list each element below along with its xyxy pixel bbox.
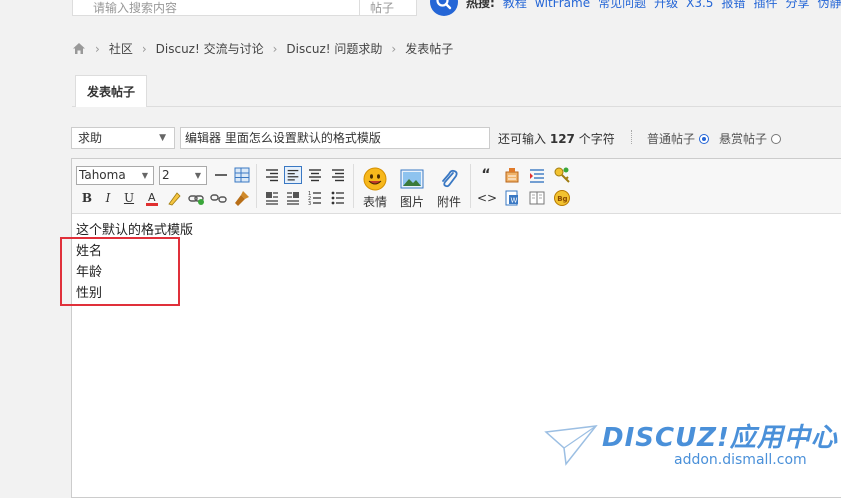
- svg-text:W: W: [511, 197, 518, 205]
- attachment-button[interactable]: 附件: [433, 167, 465, 210]
- search-button[interactable]: [430, 0, 458, 16]
- post-kind-radio-group: 普通帖子 悬赏帖子: [647, 130, 791, 147]
- toolbar-separator: [256, 164, 257, 208]
- hot-keyword[interactable]: witFrame: [535, 0, 590, 10]
- font-family-select[interactable]: Tahoma ▼: [76, 166, 154, 185]
- align-center-icon[interactable]: [306, 166, 324, 184]
- background-icon[interactable]: Bg: [553, 189, 571, 207]
- thread-type-value: 求助: [78, 131, 103, 145]
- svg-text:A: A: [148, 191, 156, 204]
- chevron-down-icon: ▼: [194, 171, 201, 180]
- index-icon[interactable]: [528, 166, 546, 184]
- radio-reward[interactable]: [771, 133, 782, 144]
- emoji-button[interactable]: 表情: [359, 167, 391, 210]
- hot-keyword[interactable]: 升级: [654, 0, 678, 10]
- link-icon[interactable]: [187, 189, 205, 207]
- watermark-url: addon.dismall.com: [674, 452, 807, 468]
- search-placeholder: 请输入搜索内容: [93, 1, 178, 15]
- underline-button[interactable]: U: [120, 189, 138, 207]
- breadcrumb-community[interactable]: 社区: [109, 40, 133, 57]
- radio-normal[interactable]: [699, 133, 710, 144]
- breadcrumb-separator: ›: [141, 41, 147, 56]
- breadcrumb: › 社区 › Discuz! 交流与讨论 › Discuz! 问题求助 › 发表…: [72, 40, 453, 57]
- hot-keyword[interactable]: 常见问题: [598, 0, 646, 10]
- font-color-icon[interactable]: A: [143, 189, 161, 207]
- search-type-select[interactable]: 帖子: [359, 0, 417, 16]
- unordered-list-icon[interactable]: [329, 189, 347, 207]
- toolbar-separator: [353, 164, 354, 208]
- image-label: 图片: [399, 195, 424, 209]
- radio-normal-label[interactable]: 普通帖子: [647, 130, 695, 147]
- free-block-icon[interactable]: [503, 166, 521, 184]
- remaining-suffix: 个字符: [578, 132, 615, 146]
- remaining-prefix: 还可输入: [498, 132, 547, 146]
- search-input[interactable]: 请输入搜索内容: [72, 0, 360, 16]
- breadcrumb-separator: ›: [95, 41, 100, 56]
- hot-search: 热搜: 教程 witFrame 常见问题 升级 X3.5 报错 插件 分享 伪静: [466, 0, 841, 10]
- unlink-icon[interactable]: [209, 189, 227, 207]
- paperclip-icon: [442, 169, 458, 188]
- search-icon: [436, 0, 452, 10]
- hot-keyword[interactable]: 教程: [503, 0, 527, 10]
- tab-new-post[interactable]: 发表帖子: [75, 75, 147, 107]
- format-painter-icon[interactable]: [233, 189, 251, 207]
- table-icon[interactable]: [233, 166, 251, 184]
- font-size-value: 2: [162, 168, 170, 182]
- smiley-icon: [363, 167, 387, 191]
- subject-input[interactable]: 编辑器 里面怎么设置默认的格式模版: [180, 127, 490, 149]
- bold-button[interactable]: B: [78, 189, 96, 207]
- image-icon: [400, 169, 424, 189]
- home-icon[interactable]: [72, 42, 86, 55]
- chevron-down-icon: ▼: [141, 171, 148, 180]
- font-family-value: Tahoma: [79, 168, 126, 182]
- hot-keyword[interactable]: 插件: [753, 0, 777, 10]
- thread-type-select[interactable]: 求助 ▼: [71, 127, 175, 149]
- align-left-icon[interactable]: [284, 166, 302, 184]
- svg-text:Bg: Bg: [557, 195, 567, 203]
- italic-button[interactable]: I: [99, 189, 117, 207]
- breadcrumb-separator: ›: [272, 41, 278, 56]
- code-button[interactable]: <>: [477, 189, 497, 207]
- float-right-icon[interactable]: [284, 189, 302, 207]
- svg-text:3: 3: [308, 201, 311, 207]
- remaining-chars: 还可输入 127 个字符: [498, 130, 615, 147]
- align-justify-icon[interactable]: [329, 166, 347, 184]
- highlight-box: [60, 237, 180, 306]
- quote-button[interactable]: “: [477, 166, 495, 184]
- chevron-down-icon: ▼: [159, 133, 166, 143]
- watermark-brand: DISCUZ!应用中心: [602, 423, 838, 453]
- horizontal-rule-icon[interactable]: [212, 166, 230, 184]
- paste-word-icon[interactable]: W: [503, 189, 521, 207]
- divider: [631, 130, 632, 144]
- hot-keyword[interactable]: 伪静: [817, 0, 841, 10]
- emoji-label: 表情: [362, 195, 387, 209]
- search-type-label: 帖子: [370, 1, 395, 15]
- tab-underline: [72, 106, 841, 107]
- hot-keyword[interactable]: X3.5: [686, 0, 713, 10]
- attachment-label: 附件: [436, 195, 461, 209]
- breadcrumb-help[interactable]: Discuz! 问题求助: [286, 40, 382, 57]
- toolbar-separator: [470, 164, 471, 208]
- align-right-icon[interactable]: [263, 166, 281, 184]
- radio-reward-label[interactable]: 悬赏帖子: [719, 130, 767, 147]
- ordered-list-icon[interactable]: 123: [306, 189, 324, 207]
- hide-content-icon[interactable]: [553, 166, 571, 184]
- font-size-select[interactable]: 2 ▼: [159, 166, 207, 185]
- hot-search-label: 热搜:: [466, 0, 495, 10]
- breadcrumb-discussion[interactable]: Discuz! 交流与讨论: [156, 40, 264, 57]
- breadcrumb-separator: ›: [391, 41, 397, 56]
- page-break-icon[interactable]: [528, 189, 546, 207]
- highlight-icon[interactable]: [165, 189, 183, 207]
- breadcrumb-current: 发表帖子: [405, 42, 454, 56]
- paper-plane-icon: [544, 425, 598, 466]
- float-left-icon[interactable]: [263, 189, 281, 207]
- remaining-count: 127: [549, 132, 575, 146]
- image-button[interactable]: 图片: [396, 167, 428, 210]
- hot-keyword[interactable]: 报错: [721, 0, 745, 10]
- hot-keyword[interactable]: 分享: [785, 0, 809, 10]
